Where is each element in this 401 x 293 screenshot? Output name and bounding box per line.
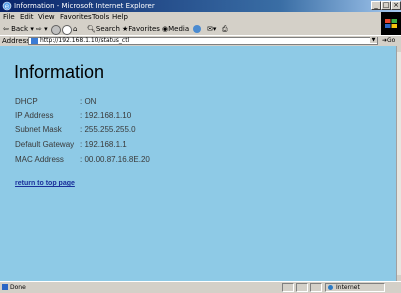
menu-help[interactable]: Help xyxy=(112,12,128,23)
page-icon xyxy=(31,38,38,44)
title-bar[interactable]: e Information - Microsoft Internet Explo… xyxy=(0,0,401,12)
favorites-button[interactable]: ★Favorites xyxy=(122,23,160,35)
info-label: Subnet Mask xyxy=(15,125,62,134)
media-button[interactable]: ◉Media xyxy=(162,23,189,35)
close-button[interactable]: × xyxy=(391,1,401,10)
stop-icon[interactable] xyxy=(51,25,61,35)
home-icon[interactable]: ⌂ xyxy=(73,23,77,35)
back-button[interactable]: ⇦ Back ▾ xyxy=(3,23,34,35)
info-value: : 192.168.1.1 xyxy=(80,140,127,149)
status-text: Done xyxy=(10,284,26,291)
menu-tools[interactable]: Tools xyxy=(92,12,109,23)
info-label: MAC Address xyxy=(15,155,64,164)
menu-view[interactable]: View xyxy=(38,12,55,23)
print-icon[interactable]: ⎙ xyxy=(222,23,228,35)
back-label: Back xyxy=(11,25,29,33)
address-url: http://192.168.1.10/status_ctl xyxy=(40,37,130,44)
menu-edit[interactable]: Edit xyxy=(20,12,34,23)
menu-favorites[interactable]: Favorites xyxy=(60,12,92,23)
done-page-icon xyxy=(2,284,8,290)
status-panel xyxy=(296,283,308,292)
windows-logo xyxy=(381,12,401,35)
info-value: : 192.168.1.10 xyxy=(80,111,132,120)
history-icon[interactable] xyxy=(193,25,201,33)
ie-icon: e xyxy=(2,1,12,11)
toolbar: ⇦ Back ▾ ⇨ ▾ ⌂ 🔍︎Search ★Favorites ◉Medi… xyxy=(0,23,381,35)
status-bar: Done Internet xyxy=(0,281,401,293)
page-content: Information DHCP : ON IP Address : 192.1… xyxy=(0,46,396,281)
vertical-scrollbar[interactable] xyxy=(396,46,401,281)
status-panel xyxy=(310,283,322,292)
info-label: IP Address xyxy=(15,111,54,120)
search-label: Search xyxy=(95,25,120,33)
favorites-label: Favorites xyxy=(128,25,160,33)
svg-text:e: e xyxy=(5,3,9,11)
forward-button[interactable]: ⇨ ▾ xyxy=(36,23,48,35)
info-value: : 255.255.255.0 xyxy=(80,125,136,134)
info-value: : ON xyxy=(80,97,97,106)
info-label: DHCP xyxy=(15,97,38,106)
info-value: : 00.00.87.16.8E.20 xyxy=(80,155,150,164)
zone-label: Internet xyxy=(336,284,360,291)
browser-window: e Information - Microsoft Internet Explo… xyxy=(0,0,401,293)
scroll-up-icon[interactable] xyxy=(397,46,401,52)
mail-icon[interactable]: ✉▾ xyxy=(207,23,216,35)
windows-flag-icon xyxy=(385,19,397,28)
minimize-button[interactable]: _ xyxy=(371,1,381,10)
address-dropdown-icon[interactable]: ▼ xyxy=(370,37,377,43)
go-label: Go xyxy=(387,37,396,44)
address-input[interactable]: http://192.168.1.10/status_ctl xyxy=(28,37,378,45)
page-heading: Information xyxy=(14,62,105,82)
address-bar: Address http://192.168.1.10/status_ctl ▼… xyxy=(0,35,401,46)
info-label: Default Gateway xyxy=(15,140,75,149)
menu-file[interactable]: File xyxy=(3,12,15,23)
address-label: Address xyxy=(2,37,30,45)
window-title: Information - Microsoft Internet Explore… xyxy=(14,2,155,10)
media-label: Media xyxy=(168,25,190,33)
menu-bar: File Edit View Favorites Tools Help xyxy=(0,12,401,23)
maximize-button[interactable]: □ xyxy=(381,1,391,10)
refresh-icon[interactable] xyxy=(62,25,72,35)
status-panel xyxy=(282,283,294,292)
go-button[interactable]: ➜Go xyxy=(382,36,395,46)
globe-icon xyxy=(328,285,333,290)
security-zone: Internet xyxy=(325,283,385,292)
search-button[interactable]: 🔍︎Search xyxy=(87,23,120,35)
return-to-top-link[interactable]: return to top page xyxy=(15,180,75,187)
